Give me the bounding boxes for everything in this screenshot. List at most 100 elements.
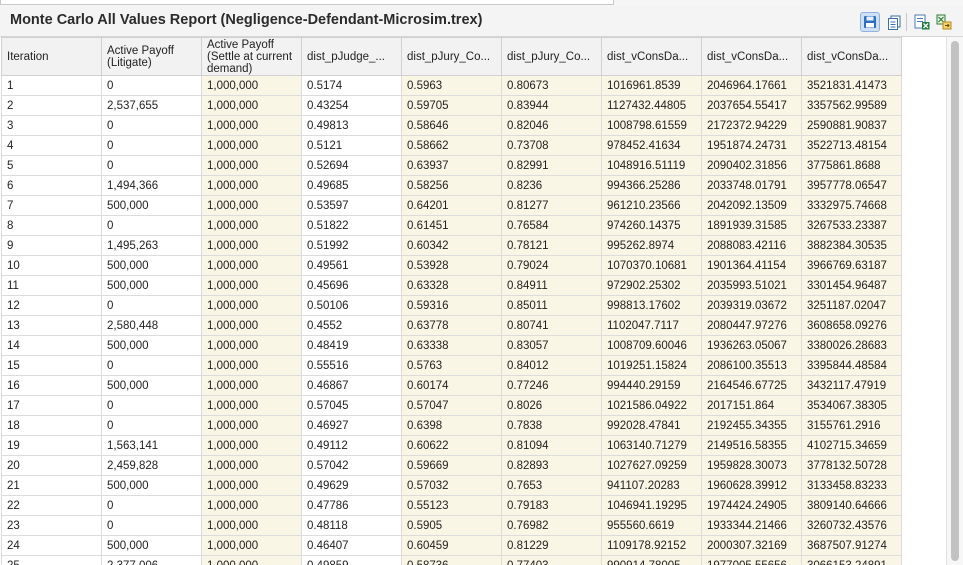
table-cell[interactable]: 1,000,000: [201, 195, 302, 216]
table-cell[interactable]: 3155761.2916: [801, 415, 902, 436]
table-cell[interactable]: 1,000,000: [201, 135, 302, 156]
table-cell[interactable]: 0.84012: [501, 355, 602, 376]
table-cell[interactable]: 500,000: [101, 195, 202, 216]
table-row[interactable]: 21 500,000 1,000,000 0.49629 0.57032 0.7653 94…: [1, 475, 902, 496]
table-cell[interactable]: 992028.47841: [601, 415, 702, 436]
table-cell[interactable]: 0.77403: [501, 555, 602, 565]
table-cell[interactable]: 1,494,366: [101, 175, 202, 196]
table-cell[interactable]: 0.46867: [301, 375, 402, 396]
table-cell[interactable]: 0.58662: [401, 135, 502, 156]
table-cell[interactable]: 500,000: [101, 255, 202, 276]
table-cell[interactable]: 16: [1, 375, 102, 396]
table-cell[interactable]: 972902.25302: [601, 275, 702, 296]
table-cell[interactable]: 3687507.91274: [801, 535, 902, 556]
table-cell[interactable]: 1,000,000: [201, 375, 302, 396]
table-row[interactable]: 18 0 1,000,000 0.46927 0.6398 0.7838 992028.47…: [1, 415, 902, 436]
table-cell[interactable]: 500,000: [101, 535, 202, 556]
table-cell[interactable]: 1021586.04922: [601, 395, 702, 416]
table-cell[interactable]: 0: [101, 115, 202, 136]
table-cell[interactable]: 10: [1, 255, 102, 276]
table-cell[interactable]: 0.59705: [401, 95, 502, 116]
table-cell[interactable]: 3534067.38305: [801, 395, 902, 416]
table-cell[interactable]: 1,000,000: [201, 495, 302, 516]
table-cell[interactable]: 994440.29159: [601, 375, 702, 396]
table-row[interactable]: 10 500,000 1,000,000 0.49561 0.53928 0.79024 1…: [1, 255, 902, 276]
table-cell[interactable]: 0: [101, 295, 202, 316]
table-cell[interactable]: 1,000,000: [201, 475, 302, 496]
table-row[interactable]: 252,377,0061,000,0000.498590.587360.7740…: [1, 555, 902, 565]
table-cell[interactable]: 0.63328: [401, 275, 502, 296]
table-cell[interactable]: 0.81277: [501, 195, 602, 216]
table-cell[interactable]: 1977005.55656: [701, 555, 802, 565]
table-cell[interactable]: 1127432.44805: [601, 95, 702, 116]
table-cell[interactable]: 0.53928: [401, 255, 502, 276]
table-cell[interactable]: 3251187.02047: [801, 295, 902, 316]
table-cell[interactable]: 0.49561: [301, 255, 402, 276]
table-cell[interactable]: 0.63338: [401, 335, 502, 356]
table-cell[interactable]: 0.83057: [501, 335, 602, 356]
table-cell[interactable]: 2046964.17661: [701, 75, 802, 96]
table-cell[interactable]: 1933344.21466: [701, 515, 802, 536]
table-cell[interactable]: 955560.6619: [601, 515, 702, 536]
table-cell[interactable]: 0.60622: [401, 435, 502, 456]
table-row[interactable]: 9 1,495,263 1,000,000 0.51992 0.60342 0.78121…: [1, 235, 902, 256]
table-cell[interactable]: 0.63778: [401, 315, 502, 336]
table-cell[interactable]: 22: [1, 495, 102, 516]
table-cell[interactable]: 0: [101, 395, 202, 416]
table-cell[interactable]: 0.81229: [501, 535, 602, 556]
table-row[interactable]: 13 2,580,448 1,000,000 0.4552 0.63778 0.80741…: [1, 315, 902, 336]
table-cell[interactable]: 0.85011: [501, 295, 602, 316]
table-cell[interactable]: 1,563,141: [101, 435, 202, 456]
table-cell[interactable]: 1891939.31585: [701, 215, 802, 236]
table-cell[interactable]: 1901364.41154: [701, 255, 802, 276]
save-button[interactable]: [860, 12, 880, 32]
table-cell[interactable]: 2042092.13509: [701, 195, 802, 216]
table-cell[interactable]: 0.7838: [501, 415, 602, 436]
column-header[interactable]: dist_vConsDa...: [601, 37, 702, 76]
table-cell[interactable]: 0.7653: [501, 475, 602, 496]
column-header[interactable]: dist_pJury_Co...: [501, 37, 602, 76]
table-row[interactable]: 24 500,000 1,000,000 0.46407 0.60459 0.81229 1…: [1, 535, 902, 556]
table-cell[interactable]: 0.47786: [301, 495, 402, 516]
table-cell[interactable]: 0.5121: [301, 135, 402, 156]
table-row[interactable]: 3 0 1,000,000 0.49813 0.58646 0.82046 1008798.…: [1, 115, 902, 136]
table-cell[interactable]: 0: [101, 515, 202, 536]
table-cell[interactable]: 3809140.64666: [801, 495, 902, 516]
table-cell[interactable]: 0.60174: [401, 375, 502, 396]
table-cell[interactable]: 0: [101, 135, 202, 156]
export-excel-button[interactable]: [912, 12, 932, 32]
table-cell[interactable]: 0.73708: [501, 135, 602, 156]
table-cell[interactable]: 1,000,000: [201, 235, 302, 256]
table-cell[interactable]: 0.76982: [501, 515, 602, 536]
table-cell[interactable]: 7: [1, 195, 102, 216]
table-row[interactable]: 23 0 1,000,000 0.48118 0.5905 0.76982 955560.6…: [1, 515, 902, 536]
table-cell[interactable]: 0.81094: [501, 435, 602, 456]
table-cell[interactable]: 2172372.94229: [701, 115, 802, 136]
table-row[interactable]: 14 500,000 1,000,000 0.48419 0.63338 0.83057 1…: [1, 335, 902, 356]
column-header[interactable]: dist_vConsDa...: [801, 37, 902, 76]
table-cell[interactable]: 0.52694: [301, 155, 402, 176]
table-cell[interactable]: 0.58646: [401, 115, 502, 136]
table-cell[interactable]: 1102047.7117: [601, 315, 702, 336]
table-cell[interactable]: 0.83944: [501, 95, 602, 116]
vertical-scrollbar[interactable]: [946, 37, 963, 565]
table-row[interactable]: 22 0 1,000,000 0.47786 0.55123 0.79183 1046941…: [1, 495, 902, 516]
table-cell[interactable]: 0.6398: [401, 415, 502, 436]
table-cell[interactable]: 0: [101, 75, 202, 96]
table-cell[interactable]: 24: [1, 535, 102, 556]
table-cell[interactable]: 3332975.74668: [801, 195, 902, 216]
table-cell[interactable]: 1,000,000: [201, 535, 302, 556]
table-cell[interactable]: 2088083.42116: [701, 235, 802, 256]
column-header[interactable]: dist_vConsDa...: [701, 37, 802, 76]
table-cell[interactable]: 0.4552: [301, 315, 402, 336]
table-cell[interactable]: 3267533.23387: [801, 215, 902, 236]
table-cell[interactable]: 2,377,006: [101, 555, 202, 565]
table-cell[interactable]: 0.8026: [501, 395, 602, 416]
table-row[interactable]: 16 500,000 1,000,000 0.46867 0.60174 0.77246 9…: [1, 375, 902, 396]
table-row[interactable]: 7 500,000 1,000,000 0.53597 0.64201 0.81277 96…: [1, 195, 902, 216]
table-row[interactable]: 11 500,000 1,000,000 0.45696 0.63328 0.84911 9…: [1, 275, 902, 296]
export-spreadsheet-button[interactable]: [934, 12, 954, 32]
table-cell[interactable]: 2017151.864: [701, 395, 802, 416]
table-row[interactable]: 19 1,563,141 1,000,000 0.49112 0.60622 0.8109…: [1, 435, 902, 456]
table-cell[interactable]: 1,000,000: [201, 435, 302, 456]
